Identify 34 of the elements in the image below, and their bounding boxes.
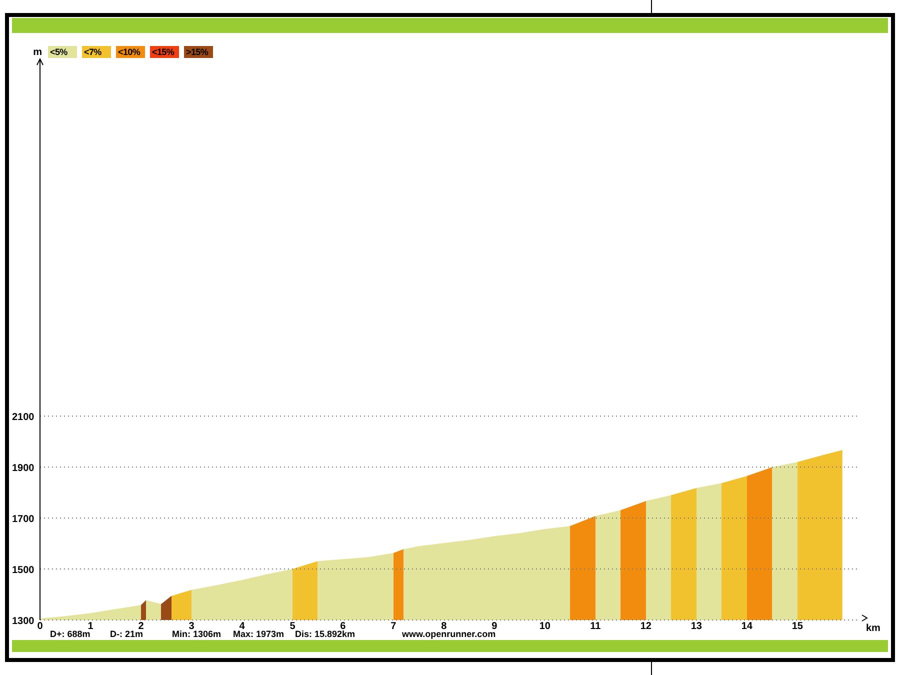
y-tick-label: 1700	[12, 514, 34, 526]
route-stat: www.openrunner.com	[402, 629, 496, 639]
legend-item: <7%	[82, 46, 111, 58]
legend-item: <15%	[150, 46, 179, 58]
axis-unit: m	[32, 46, 42, 58]
x-tick-label: 15	[792, 621, 803, 631]
x-tick-label: 7	[390, 621, 396, 631]
x-tick-label: 1	[88, 621, 94, 631]
x-tick-label: 3	[188, 621, 194, 631]
y-tick-label: 1500	[12, 565, 34, 576]
y-tick-label: 2100	[12, 412, 34, 424]
x-tick-label: 9	[492, 621, 498, 631]
legend-item: >15%	[184, 46, 213, 58]
route-stat: Max: 1973m	[233, 629, 286, 639]
x-tick-label: 5	[290, 621, 296, 631]
y-tick-label: 1300	[12, 616, 34, 627]
route-stat: Min: 1306m	[172, 629, 222, 639]
y-tick-label: 1900	[12, 463, 34, 474]
route-stat: D+: 688m	[50, 629, 92, 639]
x-tick-label: 4	[239, 621, 245, 631]
x-tick-label: 8	[441, 621, 447, 631]
x-tick-label: 10	[539, 621, 550, 631]
legend-item: <5%	[48, 46, 77, 58]
x-tick-label: 12	[640, 621, 652, 631]
x-tick-label: 13	[690, 621, 702, 631]
x-tick-label: 6	[340, 621, 346, 631]
x-tick-label: 14	[741, 621, 752, 631]
x-tick-label: 11	[590, 621, 601, 631]
legend-item: <10%	[116, 46, 145, 58]
x-tick-label: 0	[37, 621, 43, 631]
route-stat: Dis: 15.892km	[295, 629, 356, 639]
x-axis-unit: km	[866, 623, 880, 631]
x-tick-label: 2	[138, 621, 144, 631]
route-stat: D-: 21m	[110, 629, 144, 639]
